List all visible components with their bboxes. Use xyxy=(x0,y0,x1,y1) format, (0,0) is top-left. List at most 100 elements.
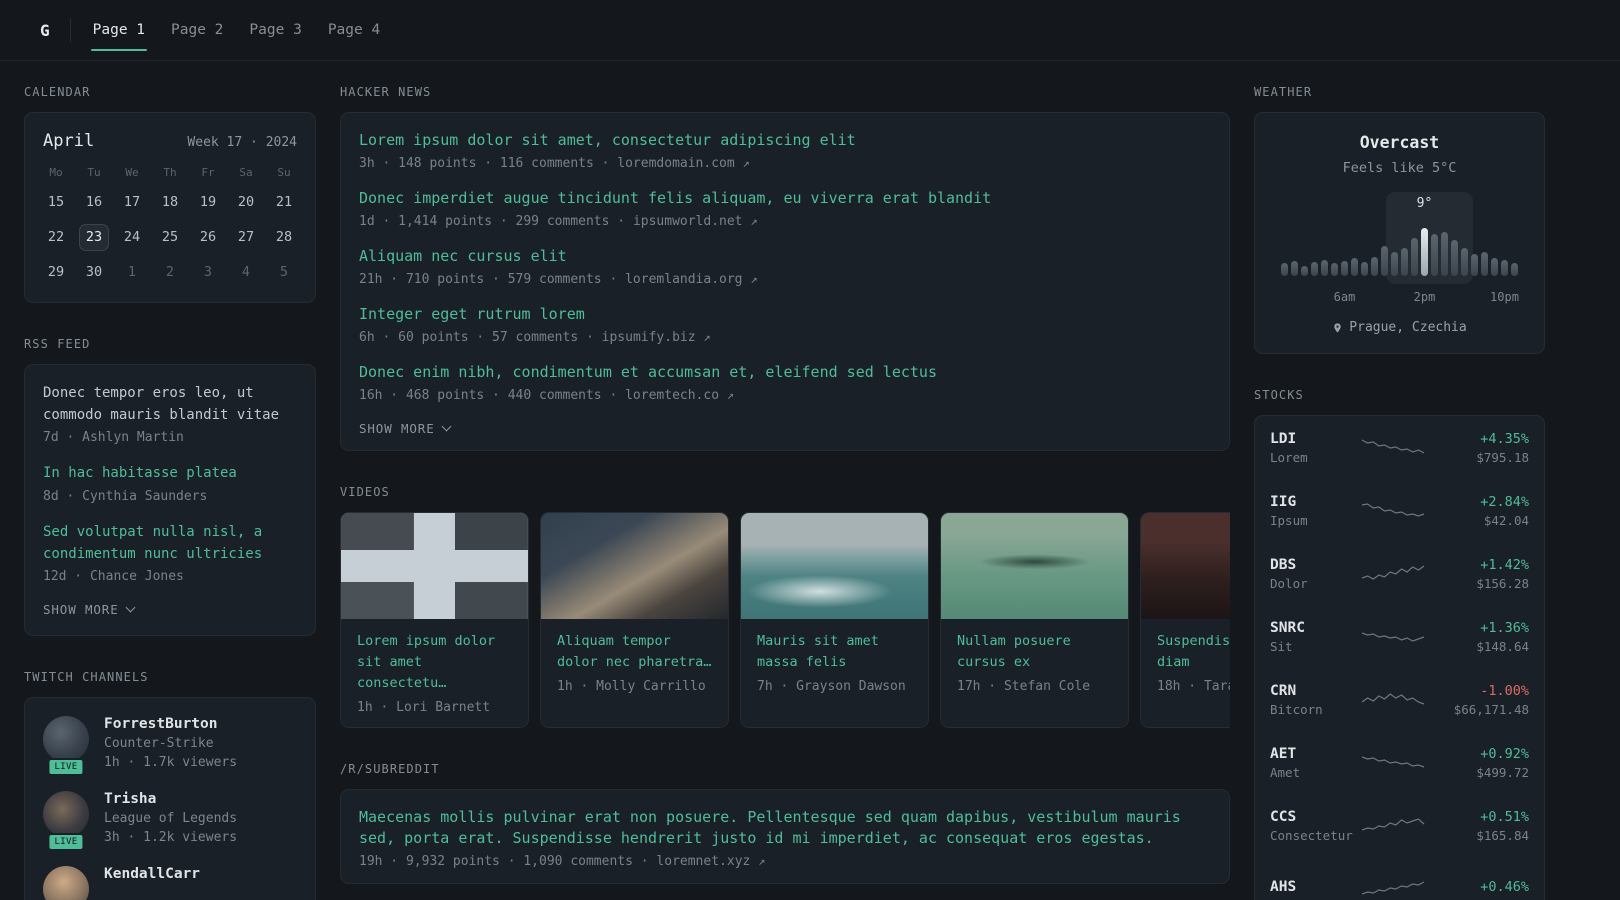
calendar-day[interactable]: 26 xyxy=(193,224,223,251)
hn-item-domain[interactable]: ipsumworld.net ↗ xyxy=(633,214,758,229)
calendar-day[interactable]: 15 xyxy=(41,189,71,216)
chevron-down-icon xyxy=(125,602,136,613)
weather-widget: WEATHER Overcast Feels like 5°C 9° 6am 2p… xyxy=(1254,85,1545,354)
stock-row[interactable]: CRN Bitcorn -1.00% $66,171.48 xyxy=(1255,668,1544,731)
calendar-day[interactable]: 30 xyxy=(79,259,109,286)
calendar-day[interactable]: 27 xyxy=(231,224,261,251)
hn-item-title[interactable]: Donec imperdiet augue tincidunt felis al… xyxy=(359,188,1211,209)
stock-name: Bitcorn xyxy=(1270,701,1323,717)
twitch-channel[interactable]: LIVE KendallCarr xyxy=(43,866,297,900)
video-title[interactable]: Aliquam tempor dolor nec pharetra… xyxy=(557,631,712,673)
calendar-day[interactable]: 29 xyxy=(41,259,71,286)
video-thumbnail[interactable] xyxy=(1141,513,1230,619)
weather-bar xyxy=(1361,262,1368,276)
video-title[interactable]: Suspendisse diam xyxy=(1157,631,1230,673)
stocks-section-title: STOCKS xyxy=(1254,388,1304,402)
app-logo[interactable]: G xyxy=(40,21,50,40)
stock-id: IIG Ipsum xyxy=(1270,494,1362,528)
calendar-day[interactable]: 23 xyxy=(79,224,109,251)
video-card[interactable]: Aliquam tempor dolor nec pharetra… 1h · … xyxy=(540,512,729,728)
tab-page-4[interactable]: Page 4 xyxy=(326,0,382,60)
video-card[interactable]: Lorem ipsum dolor sit amet consectetu… 1… xyxy=(340,512,529,728)
video-card[interactable]: Mauris sit amet massa felis 7h · Grayson… xyxy=(740,512,929,728)
rss-item-title[interactable]: Sed volutpat nulla nisl, a condimentum n… xyxy=(43,522,297,565)
stock-row[interactable]: IIG Ipsum +2.84% $42.04 xyxy=(1255,479,1544,542)
calendar-day-of-week: Fr xyxy=(201,166,215,179)
video-card[interactable]: Nullam posuere cursus ex 17h · Stefan Co… xyxy=(940,512,1129,728)
video-title[interactable]: Mauris sit amet massa felis xyxy=(757,631,912,673)
twitch-channel[interactable]: LIVE Trisha League of Legends 3h · 1.2k … xyxy=(43,791,297,852)
calendar-day[interactable]: 20 xyxy=(231,189,261,216)
weather-bar xyxy=(1381,246,1388,276)
calendar-day[interactable]: 3 xyxy=(193,259,223,286)
calendar-day[interactable]: 21 xyxy=(269,189,299,216)
tab-page-1[interactable]: Page 1 xyxy=(90,0,148,60)
stock-row[interactable]: CCS Consectetur +0.51% $165.84 xyxy=(1255,794,1544,857)
domain-label: loremlandia.org xyxy=(625,272,743,287)
calendar-day[interactable]: 4 xyxy=(231,259,261,286)
stock-row[interactable]: AHS +0.46% xyxy=(1255,857,1544,900)
video-title[interactable]: Lorem ipsum dolor sit amet consectetu… xyxy=(357,631,512,694)
weather-bar xyxy=(1401,248,1408,276)
hn-item-domain[interactable]: loremtech.co ↗ xyxy=(625,388,734,403)
external-link-icon: ↗ xyxy=(742,156,750,170)
subreddit-widget: /R/SUBREDDIT Maecenas mollis pulvinar er… xyxy=(340,762,1230,884)
rss-item-title[interactable]: Donec tempor eros leo, ut commodo mauris… xyxy=(43,383,297,426)
stock-row[interactable]: AET Amet +0.92% $499.72 xyxy=(1255,731,1544,794)
calendar-day[interactable]: 22 xyxy=(41,224,71,251)
hn-item-title[interactable]: Donec enim nibh, condimentum et accumsan… xyxy=(359,362,1211,383)
weather-peak-temp: 9° xyxy=(1416,196,1433,211)
calendar-day[interactable]: 17 xyxy=(117,189,147,216)
stock-sparkline xyxy=(1362,755,1425,768)
hn-item: Donec imperdiet augue tincidunt felis al… xyxy=(359,188,1211,229)
hn-item-domain[interactable]: loremdomain.com ↗ xyxy=(617,156,749,171)
stock-row[interactable]: DBS Dolor +1.42% $156.28 xyxy=(1255,542,1544,605)
video-thumbnail[interactable] xyxy=(341,513,528,619)
tab-page-3[interactable]: Page 3 xyxy=(247,0,303,60)
rss-section-title: RSS FEED xyxy=(24,337,91,351)
calendar-day[interactable]: 5 xyxy=(269,259,299,286)
weather-location: Prague, Czechia xyxy=(1349,320,1467,335)
videos-widget: VIDEOS Lorem ipsum dolor sit amet consec… xyxy=(340,485,1230,728)
video-card[interactable]: Suspendisse diam 18h · Tara xyxy=(1140,512,1230,728)
hn-item: Integer eget rutrum lorem 6h · 60 points… xyxy=(359,304,1211,345)
rss-item-meta: 8d · Cynthia Saunders xyxy=(43,489,208,505)
hn-item-title[interactable]: Lorem ipsum dolor sit amet, consectetur … xyxy=(359,130,1211,151)
hn-show-more-button[interactable]: SHOW MORE xyxy=(359,421,1211,436)
calendar-day[interactable]: 2 xyxy=(155,259,185,286)
video-title[interactable]: Nullam posuere cursus ex xyxy=(957,631,1112,673)
chevron-down-icon xyxy=(441,421,452,432)
subreddit-item-domain[interactable]: loremnet.xyz ↗ xyxy=(656,854,765,869)
stock-row[interactable]: SNRC Sit +1.36% $148.64 xyxy=(1255,605,1544,668)
dashboard: CALENDAR April Week 17 · 2024 Mo Tu We Th Fr… xyxy=(0,61,1620,900)
calendar-day[interactable]: 16 xyxy=(79,189,109,216)
video-thumbnail[interactable] xyxy=(941,513,1128,619)
calendar-day-of-week: We xyxy=(125,166,139,179)
hn-item-domain[interactable]: loremlandia.org ↗ xyxy=(625,272,757,287)
rss-item-title[interactable]: In hac habitasse platea xyxy=(43,463,297,485)
rss-item: Donec tempor eros leo, ut commodo mauris… xyxy=(43,383,297,445)
calendar-day[interactable]: 24 xyxy=(117,224,147,251)
hn-item-domain[interactable]: ipsumify.biz ↗ xyxy=(602,330,711,345)
stock-sparkline xyxy=(1362,817,1425,831)
subreddit-meta-text: 19h · 9,932 points · 1,090 comments · xyxy=(359,854,649,869)
calendar-day[interactable]: 1 xyxy=(117,259,147,286)
hn-item-title[interactable]: Integer eget rutrum lorem xyxy=(359,304,1211,325)
stock-row[interactable]: LDI Lorem +4.35% $795.18 xyxy=(1255,416,1544,479)
subreddit-item-title[interactable]: Maecenas mollis pulvinar erat non posuer… xyxy=(359,807,1211,849)
rss-show-more-button[interactable]: SHOW MORE xyxy=(43,602,297,617)
video-thumbnail[interactable] xyxy=(741,513,928,619)
calendar-day[interactable]: 19 xyxy=(193,189,223,216)
middle-column: HACKER NEWS Lorem ipsum dolor sit amet, … xyxy=(340,85,1230,884)
calendar-day[interactable]: 25 xyxy=(155,224,185,251)
twitch-channel[interactable]: LIVE ForrestBurton Counter-Strike 1h · 1… xyxy=(43,716,297,777)
video-thumbnail[interactable] xyxy=(541,513,728,619)
stocks-widget: STOCKS LDI Lorem +4.35% $795.18 IIG Ipsu… xyxy=(1254,388,1545,900)
calendar-day[interactable]: 28 xyxy=(269,224,299,251)
hn-item-title[interactable]: Aliquam nec cursus elit xyxy=(359,246,1211,267)
stock-id: LDI Lorem xyxy=(1270,431,1362,465)
weather-bar xyxy=(1411,238,1418,276)
tab-page-2[interactable]: Page 2 xyxy=(169,0,225,60)
calendar-day[interactable]: 18 xyxy=(155,189,185,216)
weather-card: Overcast Feels like 5°C 9° 6am 2pm 10pm Pr… xyxy=(1254,112,1545,354)
